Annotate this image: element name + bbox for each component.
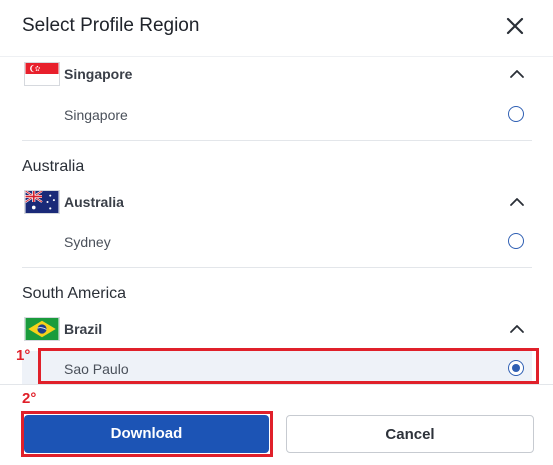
region-row-singapore[interactable]: Singapore <box>22 97 532 131</box>
callout-label-step2: 2° <box>22 390 37 407</box>
region-name: Singapore <box>64 107 128 123</box>
region-list[interactable]: Singapore Singapore Australia Australia … <box>0 56 553 384</box>
radio-button[interactable] <box>508 106 524 122</box>
dialog-title: Select Profile Region <box>22 15 200 36</box>
radio-button-selected[interactable] <box>508 360 524 376</box>
cancel-button[interactable]: Cancel <box>286 415 534 453</box>
country-name: Australia <box>64 194 124 210</box>
chevron-up-icon[interactable] <box>508 194 526 210</box>
chevron-up-icon[interactable] <box>508 66 526 82</box>
close-icon[interactable] <box>502 13 528 39</box>
divider <box>22 267 532 268</box>
country-name: Brazil <box>64 321 103 337</box>
country-row-australia[interactable]: Australia <box>22 187 532 217</box>
region-name: Sydney <box>64 234 111 250</box>
download-button[interactable]: Download <box>24 415 269 453</box>
region-row-sydney[interactable]: Sydney <box>22 224 532 258</box>
chevron-up-icon[interactable] <box>508 321 526 337</box>
radio-button[interactable] <box>508 233 524 249</box>
callout-label-step1: 1° <box>16 347 31 364</box>
country-row-singapore[interactable]: Singapore <box>22 59 532 89</box>
divider <box>22 140 532 141</box>
country-row-brazil[interactable]: Brazil <box>22 314 532 344</box>
singapore-flag-icon <box>24 62 60 86</box>
group-label-south-america: South America <box>22 285 127 302</box>
group-label-australia: Australia <box>22 158 85 175</box>
dialog-header: Select Profile Region <box>0 0 553 56</box>
region-name: Sao Paulo <box>64 361 129 377</box>
dialog-footer: Download Cancel <box>0 384 553 465</box>
brazil-flag-icon <box>24 317 60 341</box>
region-row-sao-paulo[interactable]: Sao Paulo <box>22 351 532 384</box>
australia-flag-icon <box>24 190 60 214</box>
country-name: Singapore <box>64 66 133 82</box>
